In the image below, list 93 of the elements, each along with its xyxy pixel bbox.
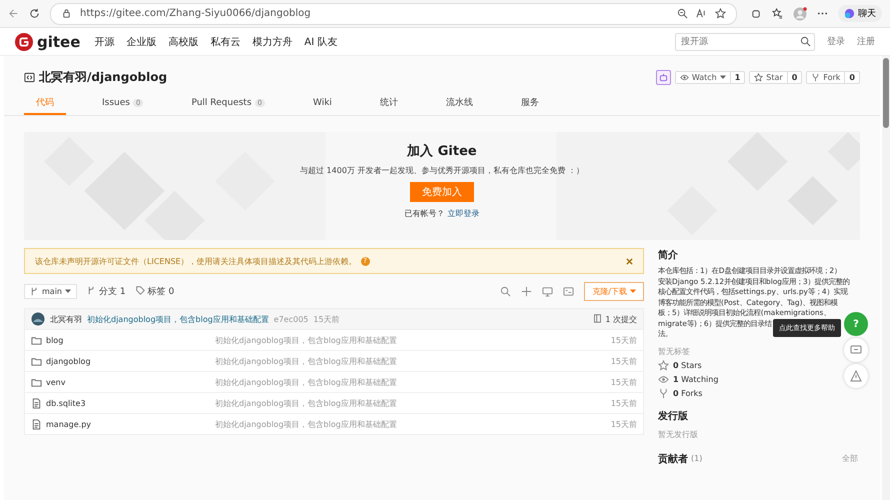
file-icon	[31, 398, 42, 408]
nav-link[interactable]: 私有云	[210, 34, 240, 48]
commit-count-link[interactable]: 1 次提交	[593, 314, 637, 324]
branch-icon	[30, 286, 39, 296]
favorites-icon[interactable]	[772, 8, 783, 19]
commit-author: 北冥有羽	[50, 314, 82, 324]
intro-heading: 简介	[658, 248, 679, 262]
banner-title: 加入 Gitee	[407, 142, 477, 160]
fork-count: 0	[844, 72, 859, 82]
fork-icon	[658, 388, 669, 398]
caret-icon	[65, 288, 71, 294]
caret-icon	[630, 288, 636, 294]
nav-link[interactable]: 模力方舟	[252, 34, 292, 48]
reload-icon[interactable]	[29, 8, 40, 19]
gitee-logo[interactable]: gitee	[15, 32, 80, 50]
star-icon[interactable]	[715, 8, 726, 19]
no-tags-text: 暂无标签	[658, 346, 690, 356]
commit-time: 15天前	[313, 314, 340, 324]
terminal-icon[interactable]	[563, 286, 574, 296]
zoom-icon[interactable]	[677, 8, 688, 19]
branch-icon	[87, 286, 96, 294]
star-icon	[658, 360, 669, 370]
book-icon	[593, 314, 602, 322]
commit-time: 15天前	[610, 418, 637, 430]
back-icon[interactable]	[8, 8, 19, 19]
file-name-link[interactable]: venv	[46, 378, 66, 386]
nav-link[interactable]: AI 队友	[304, 34, 338, 48]
nav-link[interactable]: 高校版	[168, 34, 198, 48]
branches-link[interactable]: 分支 1	[87, 284, 126, 298]
eye-icon	[658, 374, 669, 384]
commit-time: 15天前	[610, 334, 637, 346]
warning-icon	[850, 370, 862, 382]
no-releases-text: 暂无发行版	[658, 428, 698, 440]
file-name-link[interactable]: db.sqlite3	[46, 398, 86, 408]
stat-link[interactable]: 0 Stars	[673, 360, 702, 370]
account-prompt: 已有帐号？	[404, 208, 444, 219]
login-link[interactable]: 立即登录	[448, 208, 480, 219]
search-icon[interactable]	[800, 36, 811, 47]
nav-link[interactable]: 企业版	[126, 34, 156, 48]
contributors-heading: 贡献者	[658, 452, 688, 466]
repo-title: 北冥有羽/djangoblog	[39, 68, 168, 86]
chat-icon	[850, 344, 862, 356]
nav-link[interactable]: 开源	[94, 34, 114, 48]
login-link[interactable]: 登录	[827, 35, 845, 48]
chat-button[interactable]: 聊天	[838, 5, 882, 22]
monitor-icon[interactable]	[542, 286, 554, 296]
bot-icon[interactable]	[656, 70, 671, 84]
stat-link[interactable]: 1 Watching	[673, 374, 718, 384]
repo-tab[interactable]: Wiki	[301, 92, 344, 115]
read-aloud-icon[interactable]	[696, 8, 707, 19]
banner-subtitle: 与超过 1400万 开发者一起发现、参与优秀开源项目，私有仓库也完全免费 ：）	[300, 165, 584, 176]
star-icon	[754, 72, 764, 82]
repo-tab[interactable]: 流水线	[434, 92, 485, 115]
report-button[interactable]	[844, 364, 868, 388]
folder-icon	[31, 334, 42, 346]
commit-time: 15天前	[610, 356, 637, 366]
branch-dropdown[interactable]: main	[24, 284, 77, 298]
repo-icon	[24, 72, 35, 82]
file-name-link[interactable]: djangoblog	[46, 356, 91, 366]
tag-icon	[136, 286, 145, 294]
commit-time: 15天前	[610, 376, 637, 388]
notice-text: 该仓库未声明开源许可证文件（LICENSE），使用请关注具体项目描述及其代码上游依赖。	[35, 256, 357, 266]
commit-message-link[interactable]: 初始化djangoblog项目，包含blog应用和基础配置	[87, 314, 269, 324]
folder-icon	[31, 356, 42, 366]
profile-avatar-icon[interactable]	[793, 6, 807, 20]
tags-link[interactable]: 标签 0	[136, 284, 174, 298]
folder-icon	[31, 376, 42, 388]
register-link[interactable]: 注册	[857, 35, 875, 48]
caret-icon	[720, 74, 726, 80]
extensions-icon[interactable]	[751, 8, 762, 19]
watch-count: 1	[730, 72, 744, 82]
feedback-button[interactable]	[844, 338, 868, 362]
star-count: 0	[786, 72, 802, 82]
search-icon[interactable]	[500, 286, 512, 296]
file-icon	[31, 418, 42, 430]
releases-heading: 发行版	[658, 410, 689, 422]
plus-icon[interactable]	[521, 286, 532, 296]
lock-icon	[61, 8, 72, 19]
repo-tab[interactable]: 统计	[368, 92, 410, 115]
repo-tab[interactable]: 服务	[508, 92, 551, 115]
eye-icon	[680, 72, 689, 82]
commit-time: 15天前	[610, 398, 637, 408]
avatar-icon	[31, 312, 45, 326]
file-name-link[interactable]: blog	[46, 336, 64, 344]
close-icon[interactable]	[626, 258, 633, 264]
copilot-icon	[844, 8, 855, 19]
stat-link[interactable]: 0 Forks	[673, 388, 702, 398]
search-field[interactable]: 搜开源	[675, 32, 815, 50]
fork-icon	[811, 72, 820, 82]
contributors-count: (1)	[691, 454, 702, 463]
scrollbar[interactable]	[882, 56, 890, 500]
address-bar[interactable]: https://gitee.com/Zhang-Siyu0066/djangoblog	[50, 2, 737, 24]
file-name-link[interactable]: manage.py	[46, 420, 92, 428]
